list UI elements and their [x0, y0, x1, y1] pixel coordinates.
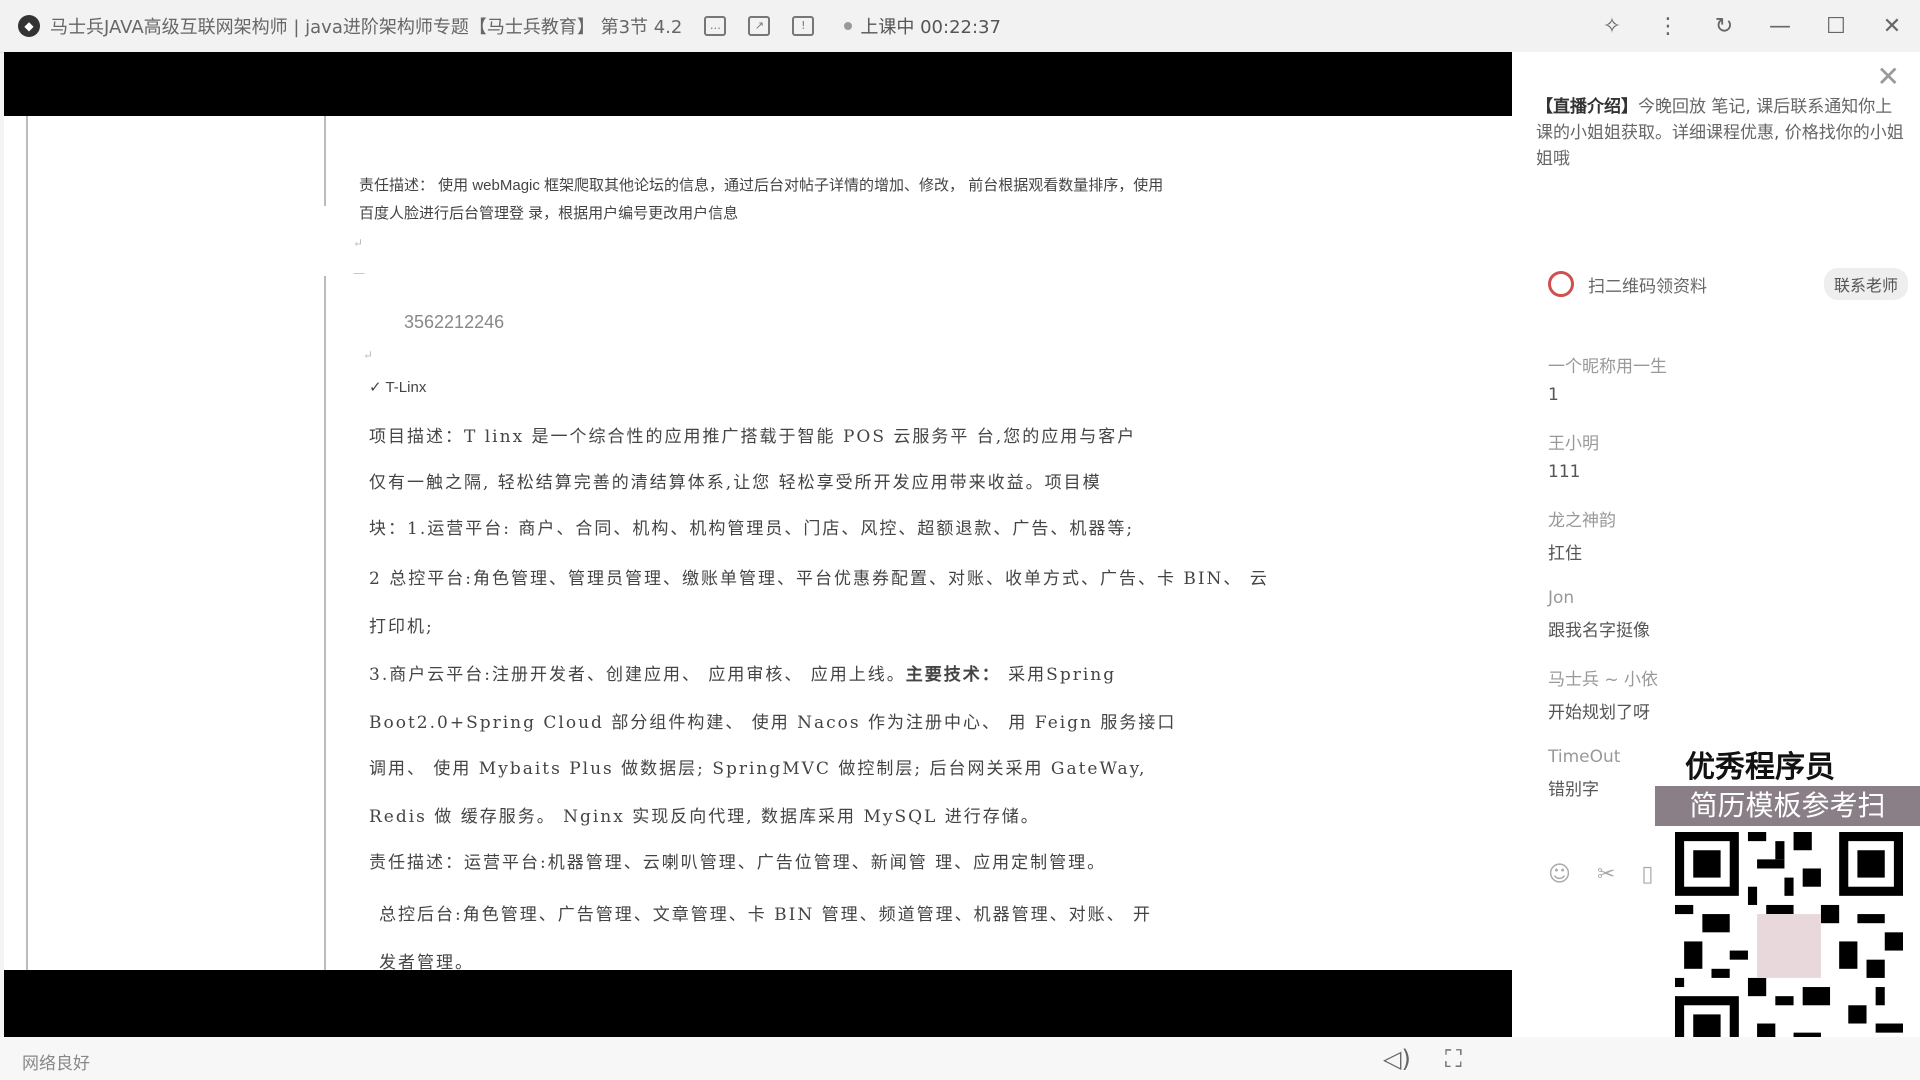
- emoji-icon[interactable]: ☺: [1548, 862, 1571, 887]
- ad-subtitle: 简历模板参考扫: [1655, 786, 1920, 826]
- qr-resource-row: 扫二维码领资料 联系老师: [1548, 268, 1908, 300]
- qr-code-image: [1675, 832, 1903, 1060]
- network-status: 网络良好: [22, 1054, 90, 1074]
- doc-line: Boot2.0+Spring Cloud 部分组件构建、 使用 Nacos 作为…: [369, 713, 1177, 733]
- bottom-bar: 网络良好 ◁) ⛶: [0, 1037, 1920, 1080]
- chat-message: 马士兵 ~ 小依 开始规划了呀: [1548, 665, 1908, 723]
- qr-resource-text: 扫二维码领资料: [1588, 276, 1707, 297]
- paragraph-mark: ↵: [363, 348, 374, 362]
- share-icon[interactable]: ↗: [748, 16, 771, 36]
- title-bar: ◆ 马士兵JAVA高级互联网架构师 | java进阶架构师专题【马士兵教育】 第…: [0, 0, 1920, 53]
- class-status: 上课中 00:22:37: [844, 13, 1001, 39]
- video-player[interactable]: 责任描述： 使用 webMagic 框架爬取其他论坛的信息，通过后台对帖子详情的…: [4, 52, 1512, 1037]
- chat-user-name: 王小明: [1548, 434, 1599, 454]
- video-letterbox-bottom: [4, 970, 1512, 1037]
- doc-line: 3.商户云平台:注册开发者、创建应用、 应用审核、 应用上线。主要技术： 采用S…: [369, 660, 1116, 685]
- class-status-text: 上课中 00:22:37: [860, 17, 1001, 38]
- fullscreen-icon[interactable]: ⛶: [1445, 1045, 1462, 1073]
- maximize-icon[interactable]: ☐: [1808, 14, 1864, 39]
- window-controls: ✧ ⋮ ↻ — ☐ ✕: [1584, 0, 1920, 52]
- doc-margin-line: [324, 276, 326, 970]
- doc-margin-line: [26, 116, 28, 970]
- chat-user-name: Jon: [1548, 588, 1575, 608]
- chat-message: 龙之神韵 扛住: [1548, 506, 1908, 564]
- doc-text: 3.商户云平台:注册开发者、创建应用、 应用审核、 应用上线。: [369, 665, 906, 685]
- minimize-icon[interactable]: —: [1752, 14, 1808, 39]
- file-icon[interactable]: ▯: [1641, 862, 1653, 887]
- app-logo-icon: ◆: [18, 15, 40, 37]
- window-title: 马士兵JAVA高级互联网架构师 | java进阶架构师专题【马士兵教育】 第3节…: [50, 17, 683, 38]
- doc-line: 项目描述：T linx 是一个综合性的应用推广搭载于智能 POS 云服务平 台,…: [369, 427, 1137, 447]
- doc-project-title: ✓ T-Linx: [369, 379, 427, 396]
- doc-text: 采用Spring: [1000, 665, 1117, 685]
- volume-icon[interactable]: ◁): [1383, 1045, 1411, 1073]
- doc-line: 打印机;: [369, 617, 434, 637]
- doc-line: 总控后台:角色管理、广告管理、文章管理、卡 BIN 管理、频道管理、机器管理、对…: [379, 905, 1153, 925]
- doc-margin-line: [324, 116, 326, 206]
- chat-message-text: 111: [1548, 462, 1581, 482]
- video-letterbox-top: [4, 52, 1512, 116]
- live-intro: 【直播介绍】今晚回放 笔记, 课后联系通知你上课的小姐姐获取。详细课程优惠, 价…: [1536, 94, 1906, 172]
- chat-message-text: 开始规划了呀: [1548, 703, 1650, 723]
- chat-message-text: 跟我名字挺像: [1548, 621, 1650, 641]
- comment-icon[interactable]: …: [704, 16, 727, 36]
- doc-phone: 3562212246: [404, 312, 505, 332]
- doc-line: 百度人脸进行后台管理登 录，根据用户编号更改用户信息: [359, 205, 739, 222]
- doc-line: Redis 做 缓存服务。 Nginx 实现反向代理, 数据库采用 MySQL …: [369, 807, 1040, 827]
- doc-line: 块：1.运营平台: 商户、合同、机构、机构管理员、门店、风控、超额退款、广告、机…: [369, 519, 1135, 539]
- pin-icon[interactable]: ✧: [1584, 14, 1640, 39]
- doc-line: 责任描述： 使用 webMagic 框架爬取其他论坛的信息，通过后台对帖子详情的…: [359, 177, 1164, 194]
- doc-bold-text: 主要技术：: [905, 665, 1001, 685]
- doc-line: 2 总控平台:角色管理、管理员管理、缴账单管理、平台优惠券配置、对账、收单方式、…: [369, 569, 1269, 589]
- chat-message-text: 扛住: [1548, 544, 1582, 564]
- chat-message: 王小明 111: [1548, 429, 1908, 482]
- doc-line: 调用、 使用 Mybaits Plus 做数据层; SpringMVC 做控制层…: [369, 759, 1147, 779]
- doc-line: 责任描述：运营平台:机器管理、云喇叭管理、广告位管理、新闻管 理、应用定制管理。: [369, 853, 1107, 873]
- chat-message: Jon 跟我名字挺像: [1548, 588, 1908, 641]
- close-icon[interactable]: ✕: [1864, 14, 1920, 39]
- scissors-icon[interactable]: ✂: [1597, 862, 1615, 887]
- sidebar-close-icon[interactable]: ✕: [1877, 60, 1900, 93]
- chat-user-name: 马士兵 ~ 小依: [1548, 670, 1659, 690]
- resume-ad[interactable]: 优秀程序员 简历模板参考扫: [1655, 738, 1920, 1080]
- chat-toolbar: ☺ ✂ ▯: [1548, 862, 1653, 887]
- doc-line: 仅有一触之隔, 轻松结算完善的清结算体系,让您 轻松享受所开发应用带来收益。项目…: [369, 473, 1102, 493]
- chat-user-name: 龙之神韵: [1548, 511, 1616, 531]
- ad-title: 优秀程序员: [1685, 750, 1835, 785]
- paragraph-mark: ↵: [353, 236, 364, 250]
- chat-message-text: 1: [1548, 385, 1559, 405]
- intro-label: 【直播介绍】: [1536, 97, 1638, 117]
- paragraph-mark: —: [353, 266, 365, 280]
- project-name: T-Linx: [385, 379, 427, 396]
- status-dot: [844, 22, 853, 30]
- contact-teacher-button[interactable]: 联系老师: [1823, 268, 1908, 300]
- chat-message: 一个昵称用一生 1: [1548, 352, 1908, 405]
- info-icon[interactable]: !: [792, 16, 815, 36]
- chat-user-name: 一个昵称用一生: [1548, 357, 1667, 377]
- refresh-icon[interactable]: ↻: [1696, 14, 1752, 39]
- qr-scan-icon: [1548, 271, 1574, 297]
- more-icon[interactable]: ⋮: [1640, 14, 1696, 39]
